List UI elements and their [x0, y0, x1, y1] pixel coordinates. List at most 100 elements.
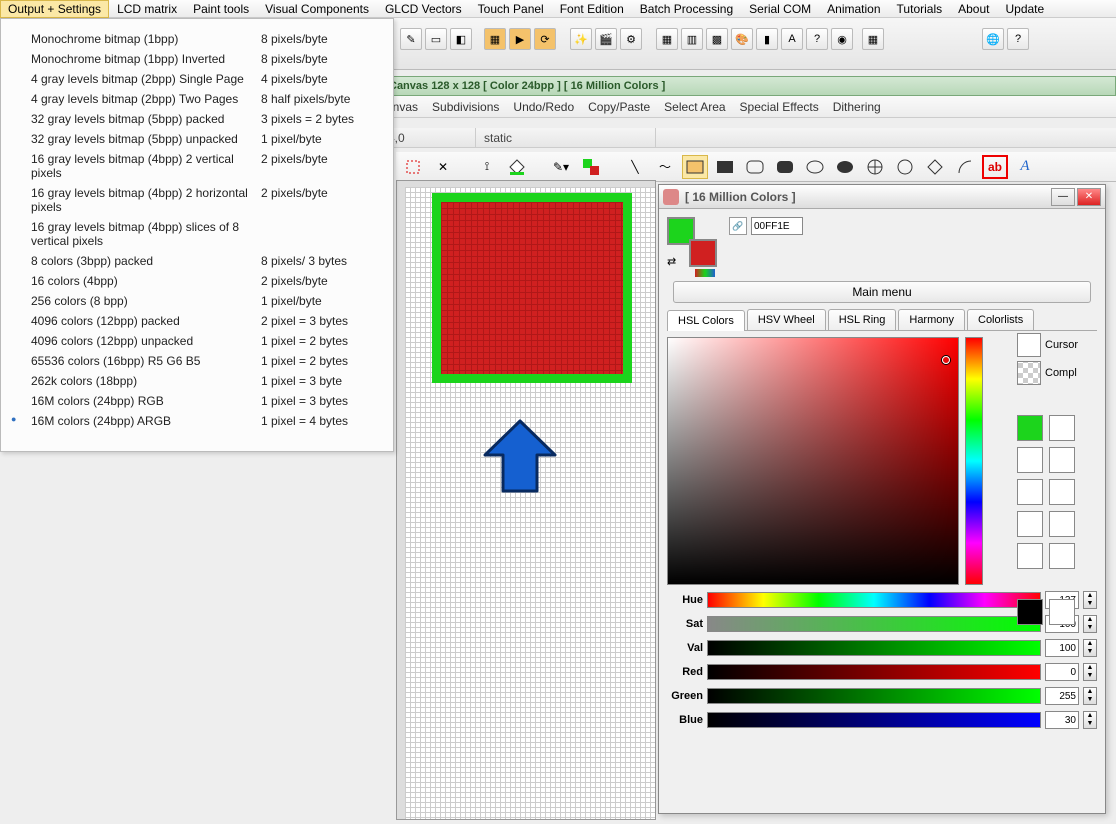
palette-cell[interactable]	[1017, 543, 1043, 569]
palette-cell[interactable]	[1017, 599, 1043, 625]
dropdown-item[interactable]: Monochrome bitmap (1bpp)8 pixels/byte	[1, 29, 393, 49]
submenu-dithering[interactable]: Dithering	[833, 100, 881, 114]
circle-icon[interactable]	[892, 155, 918, 179]
dropdown-item[interactable]: 65536 colors (16bpp) R5 G6 B51 pixel = 2…	[1, 351, 393, 371]
menu-tutorials[interactable]: Tutorials	[889, 0, 951, 18]
clear-icon[interactable]: ✕	[430, 155, 456, 179]
tab-colorlists[interactable]: Colorlists	[967, 309, 1034, 330]
dropdown-item[interactable]: 4096 colors (12bpp) unpacked1 pixel = 2 …	[1, 331, 393, 351]
tab-harmony[interactable]: Harmony	[898, 309, 965, 330]
background-swatch[interactable]	[689, 239, 717, 267]
slider-value-input[interactable]	[1045, 663, 1079, 681]
color-window-titlebar[interactable]: [ 16 Million Colors ] — ✕	[659, 185, 1105, 209]
dropdown-item[interactable]: 16 gray levels bitmap (4bpp) slices of 8…	[1, 217, 393, 251]
eyedropper-icon[interactable]: ⟟	[474, 155, 500, 179]
menu-serial-com[interactable]: Serial COM	[741, 0, 819, 18]
tool-icon[interactable]: 🎬	[595, 28, 617, 50]
palette-cell[interactable]	[1017, 479, 1043, 505]
palette-cell[interactable]	[1049, 447, 1075, 473]
tool-icon[interactable]: ✎	[400, 28, 422, 50]
dropdown-item[interactable]: 16M colors (24bpp) RGB1 pixel = 3 bytes	[1, 391, 393, 411]
palette-cell[interactable]	[1049, 599, 1075, 625]
palette-cell[interactable]	[1049, 415, 1075, 441]
tab-hsl-ring[interactable]: HSL Ring	[828, 309, 897, 330]
palette-cell[interactable]	[1017, 447, 1043, 473]
submenu-undo-redo[interactable]: Undo/Redo	[513, 100, 574, 114]
rect-outline-icon[interactable]	[712, 155, 738, 179]
cursor-swatch[interactable]	[1017, 333, 1041, 357]
slider-bar[interactable]	[707, 592, 1041, 608]
palette-cell[interactable]	[1017, 511, 1043, 537]
submenu-copy-paste[interactable]: Copy/Paste	[588, 100, 650, 114]
submenu-select-area[interactable]: Select Area	[664, 100, 725, 114]
select-all-icon[interactable]	[400, 155, 426, 179]
polygon-icon[interactable]	[922, 155, 948, 179]
slider-value-input[interactable]	[1045, 711, 1079, 729]
arc-icon[interactable]	[952, 155, 978, 179]
menu-about[interactable]: About	[950, 0, 997, 18]
slider-bar[interactable]	[707, 664, 1041, 680]
round-rect-filled-icon[interactable]	[772, 155, 798, 179]
tool-icon[interactable]: ▦	[862, 28, 884, 50]
minimize-button[interactable]: —	[1051, 188, 1075, 206]
hex-input[interactable]	[751, 217, 803, 235]
submenu-subdivisions[interactable]: Subdivisions	[432, 100, 499, 114]
fill-icon[interactable]	[504, 155, 530, 179]
menu-glcd-vectors[interactable]: GLCD Vectors	[377, 0, 470, 18]
text-tool-icon[interactable]: ab	[982, 155, 1008, 179]
tab-hsv-wheel[interactable]: HSV Wheel	[747, 309, 826, 330]
tab-hsl-colors[interactable]: HSL Colors	[667, 310, 745, 331]
menu-paint-tools[interactable]: Paint tools	[185, 0, 257, 18]
menu-touch-panel[interactable]: Touch Panel	[470, 0, 552, 18]
tool-icon[interactable]: ▭	[425, 28, 447, 50]
menu-visual-components[interactable]: Visual Components	[257, 0, 377, 18]
tool-icon[interactable]: A	[781, 28, 803, 50]
spinner-buttons[interactable]: ▲▼	[1083, 639, 1097, 657]
slider-bar[interactable]	[707, 616, 1041, 632]
menu-lcd-matrix[interactable]: LCD matrix	[109, 0, 185, 18]
dropdown-item[interactable]: 32 gray levels bitmap (5bpp) packed3 pix…	[1, 109, 393, 129]
dropdown-item[interactable]: Monochrome bitmap (1bpp) Inverted8 pixel…	[1, 49, 393, 69]
circle-cross-icon[interactable]	[862, 155, 888, 179]
line-icon[interactable]: ╲	[622, 155, 648, 179]
dropdown-item[interactable]: 32 gray levels bitmap (5bpp) unpacked1 p…	[1, 129, 393, 149]
dropdown-item[interactable]: 4 gray levels bitmap (2bpp) Two Pages8 h…	[1, 89, 393, 109]
spinner-buttons[interactable]: ▲▼	[1083, 687, 1097, 705]
tool-icon[interactable]: ▦	[656, 28, 678, 50]
spinner-buttons[interactable]: ▲▼	[1083, 663, 1097, 681]
text-style-icon[interactable]: A	[1012, 155, 1038, 179]
palette-cell[interactable]	[1049, 543, 1075, 569]
close-button[interactable]: ✕	[1077, 188, 1101, 206]
dropdown-item[interactable]: 256 colors (8 bpp)1 pixel/byte	[1, 291, 393, 311]
dropdown-item[interactable]: 16 gray levels bitmap (4bpp) 2 horizonta…	[1, 183, 393, 217]
menu-update[interactable]: Update	[997, 0, 1052, 18]
tool-icon[interactable]: ✨	[570, 28, 592, 50]
ellipse-filled-icon[interactable]	[832, 155, 858, 179]
dropdown-item[interactable]: 16 gray levels bitmap (4bpp) 2 vertical …	[1, 149, 393, 183]
submenu-special-effects[interactable]: Special Effects	[740, 100, 819, 114]
help-icon[interactable]: ?	[1007, 28, 1029, 50]
tool-icon[interactable]: ▮	[756, 28, 778, 50]
dropdown-item[interactable]: 262k colors (18bpp)1 pixel = 3 byte	[1, 371, 393, 391]
ellipse-icon[interactable]	[802, 155, 828, 179]
tool-icon[interactable]: ▥	[681, 28, 703, 50]
spinner-buttons[interactable]: ▲▼	[1083, 711, 1097, 729]
menu-font-edition[interactable]: Font Edition	[552, 0, 632, 18]
menu-batch-processing[interactable]: Batch Processing	[632, 0, 741, 18]
tool-icon[interactable]: ▶	[509, 28, 531, 50]
main-menu-button[interactable]: Main menu	[673, 281, 1091, 303]
brush-icon[interactable]: ✎▾	[548, 155, 574, 179]
dropdown-item[interactable]: 16 colors (4bpp)2 pixels/byte	[1, 271, 393, 291]
tool-icon[interactable]: ◉	[831, 28, 853, 50]
link-icon[interactable]: 🔗	[729, 217, 747, 235]
curve-icon[interactable]: 〜	[652, 155, 678, 179]
swap-colors-icon[interactable]: ⇄	[667, 255, 676, 268]
slider-bar[interactable]	[707, 640, 1041, 656]
tool-icon[interactable]: ▦	[484, 28, 506, 50]
dropdown-item[interactable]: 4096 colors (12bpp) packed2 pixel = 3 by…	[1, 311, 393, 331]
dropdown-item[interactable]: 4 gray levels bitmap (2bpp) Single Page4…	[1, 69, 393, 89]
tool-icon[interactable]: ⟳	[534, 28, 556, 50]
rect-filled-icon[interactable]	[682, 155, 708, 179]
menu-output-settings[interactable]: Output + Settings	[0, 0, 109, 18]
palette-cell[interactable]	[1017, 415, 1043, 441]
